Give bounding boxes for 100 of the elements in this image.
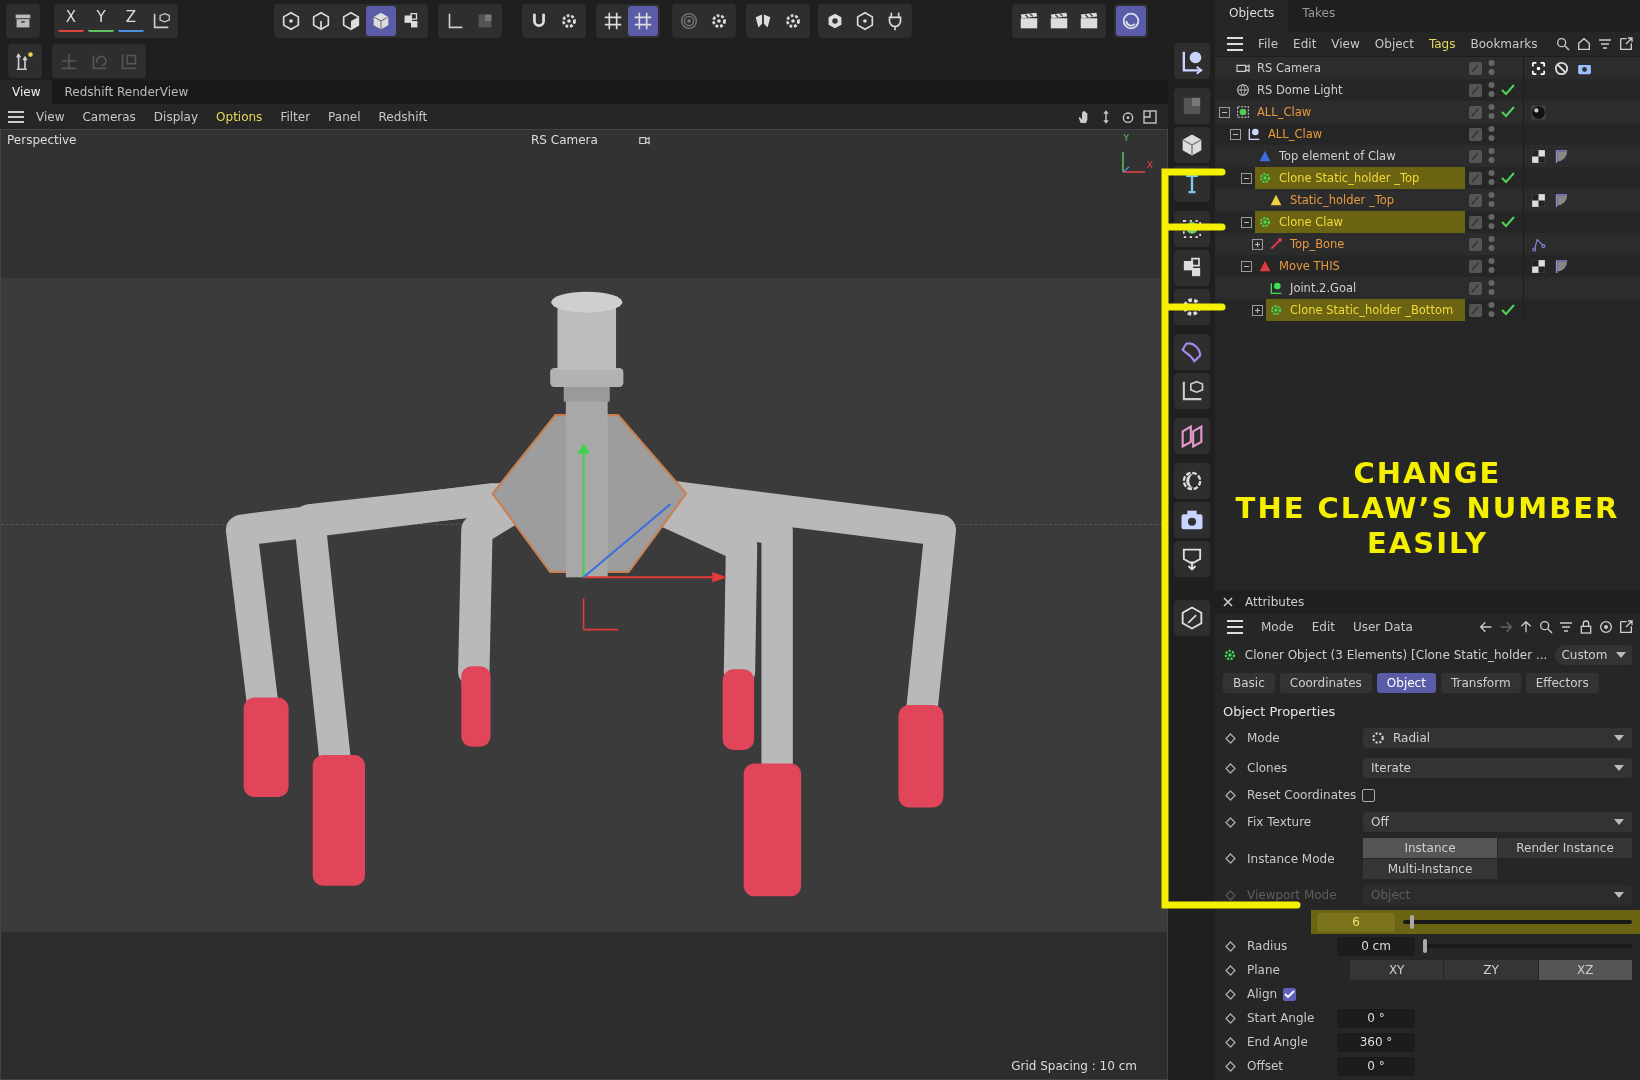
edit-toggle-icon[interactable] — [1469, 105, 1482, 119]
cube-icon[interactable] — [370, 10, 392, 32]
camera-link-icon[interactable] — [637, 134, 652, 146]
menu-item[interactable]: User Data — [1352, 620, 1413, 634]
visibility-dots-icon[interactable] — [1488, 257, 1495, 275]
edit-toggle-icon[interactable] — [1469, 303, 1482, 317]
menu-item[interactable]: Bookmarks — [1470, 37, 1538, 51]
checker-texture-icon[interactable] — [1530, 257, 1547, 275]
up-arrow-icon[interactable] — [1518, 619, 1534, 635]
tree-row[interactable]: Top_Bone — [1215, 233, 1640, 255]
keyframe-diamond-icon[interactable] — [1225, 853, 1236, 864]
checker-texture-icon[interactable] — [1530, 191, 1547, 209]
home-icon[interactable] — [1576, 36, 1592, 52]
keyframe-diamond-icon[interactable] — [1225, 988, 1236, 1000]
expand-toggle-icon[interactable] — [1252, 304, 1263, 316]
visibility-dots-icon[interactable] — [1488, 301, 1495, 319]
slider-thumb[interactable] — [1423, 939, 1427, 953]
checkbox[interactable] — [1362, 788, 1376, 802]
search-icon[interactable] — [1555, 36, 1571, 52]
keyframe-diamond-icon[interactable] — [1225, 762, 1236, 774]
menu-item[interactable]: Edit — [1293, 37, 1317, 51]
visibility-dots-icon[interactable] — [1488, 191, 1495, 209]
joint-icon[interactable] — [14, 50, 36, 72]
number-field[interactable]: 0 cm — [1337, 936, 1415, 956]
keyframe-diamond-icon[interactable] — [1225, 816, 1236, 828]
menu-item[interactable]: Mode — [1261, 620, 1294, 634]
dropdown[interactable]: Radial — [1363, 728, 1632, 748]
check-icon[interactable] — [1501, 304, 1515, 316]
pop-out-icon[interactable] — [1618, 619, 1634, 635]
edit-toggle-icon[interactable] — [1469, 259, 1482, 273]
phong-tag-icon[interactable] — [1553, 257, 1570, 275]
edit-toggle-icon[interactable] — [1469, 61, 1482, 75]
axis-lock-toggle[interactable]: X — [58, 8, 84, 32]
edit-toggle-icon[interactable] — [1469, 281, 1482, 295]
menu-item[interactable]: View — [1331, 37, 1360, 51]
target-icon[interactable] — [1598, 619, 1614, 635]
ring-icon[interactable] — [1120, 10, 1142, 32]
number-field[interactable]: 0 ° — [1337, 1056, 1415, 1076]
keyframe-diamond-icon[interactable] — [1225, 964, 1236, 976]
visibility-dots-icon[interactable] — [1488, 279, 1495, 297]
filter-icon[interactable] — [1558, 619, 1574, 635]
segment-option[interactable]: Instance — [1363, 838, 1497, 858]
edit-toggle-icon[interactable] — [1469, 83, 1482, 97]
visibility-dots-icon[interactable] — [1488, 213, 1495, 231]
check-icon[interactable] — [1501, 84, 1515, 96]
menu-icon[interactable] — [1227, 37, 1243, 51]
visibility-dots-icon[interactable] — [1488, 59, 1495, 77]
object-name[interactable]: Joint.2.Goal — [1290, 281, 1357, 295]
material-ball-icon[interactable] — [1530, 103, 1547, 121]
number-field[interactable]: 0 ° — [1337, 1008, 1415, 1028]
segment-option[interactable]: ZY — [1444, 960, 1538, 980]
menu-item[interactable]: View — [36, 109, 65, 124]
visibility-dots-icon[interactable] — [1488, 125, 1495, 143]
check-icon[interactable] — [1501, 216, 1515, 228]
edit-toggle-icon[interactable] — [1469, 127, 1482, 141]
checker-texture-icon[interactable] — [1530, 147, 1547, 165]
segment-option[interactable]: Multi-Instance — [1363, 859, 1497, 879]
back-arrow-icon[interactable] — [1478, 619, 1494, 635]
keyframe-diamond-icon[interactable] — [1225, 1012, 1236, 1024]
menu-item[interactable]: Panel — [328, 109, 361, 124]
object-name[interactable]: ALL_Claw — [1257, 105, 1312, 119]
keyframe-diamond-icon[interactable] — [1225, 1036, 1236, 1048]
object-name[interactable]: Move THIS — [1279, 259, 1340, 273]
visibility-dots-icon[interactable] — [1488, 81, 1495, 99]
slider-thumb[interactable] — [1409, 915, 1414, 929]
cube-icon[interactable] — [340, 10, 362, 32]
collapse-toggle-icon[interactable] — [1241, 172, 1252, 184]
segment-option[interactable]: Render Instance — [1498, 838, 1632, 858]
object-name[interactable]: Top_Bone — [1290, 237, 1345, 251]
edit-toggle-icon[interactable] — [1469, 149, 1482, 163]
grid-icon[interactable] — [602, 10, 624, 32]
hexagon-icon[interactable] — [310, 10, 332, 32]
collapse-toggle-icon[interactable] — [1241, 260, 1252, 272]
search-icon[interactable] — [1538, 619, 1554, 635]
object-name[interactable]: Clone Claw — [1279, 215, 1343, 229]
prohibited-icon[interactable] — [1553, 59, 1570, 77]
segment-option[interactable]: XZ — [1538, 960, 1632, 980]
axis-lock-toggle[interactable]: Y — [88, 8, 114, 32]
menu-item[interactable]: Options — [216, 109, 263, 124]
phong-tag-icon[interactable] — [1553, 191, 1570, 209]
visibility-dots-icon[interactable] — [1488, 235, 1495, 253]
attribute-tab[interactable]: Transform — [1440, 673, 1521, 693]
object-name[interactable]: RS Dome Light — [1257, 83, 1343, 97]
close-icon[interactable] — [1223, 597, 1233, 607]
panel-tab[interactable]: Objects — [1215, 0, 1289, 32]
tree-row[interactable]: Top element of Claw — [1215, 145, 1640, 167]
edit-toggle-icon[interactable] — [1469, 193, 1482, 207]
object-name[interactable]: ALL_Claw — [1268, 127, 1323, 141]
maximize-icon[interactable] — [1142, 108, 1158, 125]
tree-row[interactable]: RS Camera — [1215, 57, 1640, 79]
object-name[interactable]: Clone Static_holder _Bottom — [1290, 303, 1454, 317]
check-icon[interactable] — [1501, 172, 1515, 184]
menu-icon[interactable] — [1227, 620, 1243, 634]
collapse-toggle-icon[interactable] — [1241, 216, 1252, 228]
keyframe-diamond-icon[interactable] — [1225, 732, 1236, 744]
keyframe-diamond-icon[interactable] — [1225, 1060, 1236, 1072]
checkbox[interactable] — [1283, 987, 1297, 1001]
panel-tab[interactable]: Takes — [1288, 0, 1350, 32]
menu-item[interactable]: Redshift — [378, 109, 428, 124]
menu-item[interactable]: Display — [153, 109, 199, 124]
